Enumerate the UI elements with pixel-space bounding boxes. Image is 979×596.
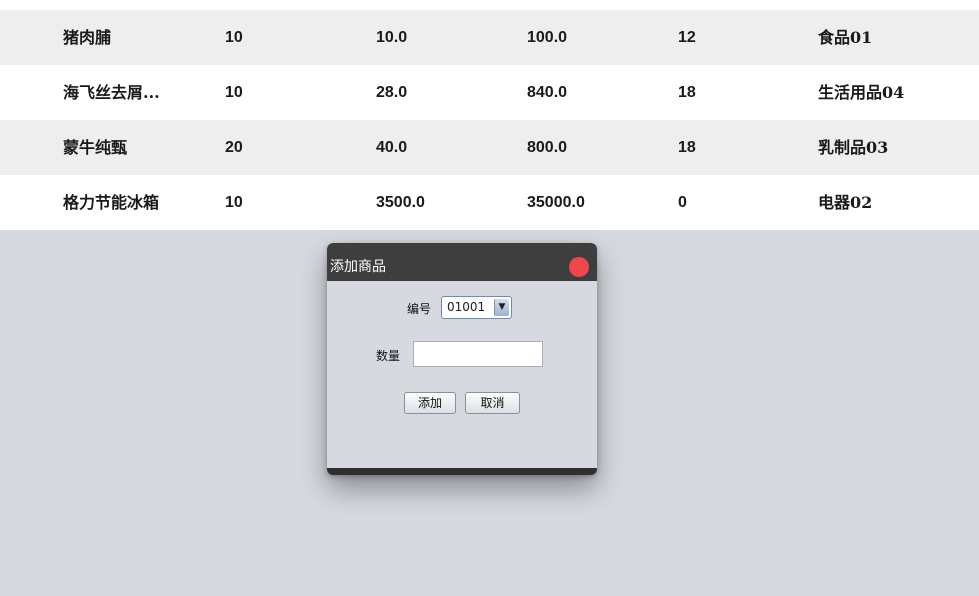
chevron-down-icon[interactable]: ▼ [494,299,509,316]
dialog-body: 编号 01001 ▼ 数量 添加 取消 [327,281,597,468]
number-cell: 0 [678,194,687,211]
number-cell: 18 [678,139,696,156]
dialog-titlebar[interactable]: 添加商品 [327,243,597,281]
product-name-cell: 海飞丝去屑... [63,83,160,102]
table-top-edge [0,0,979,10]
id-select-value: 01001 [447,300,486,314]
dialog-bottom-bar [327,468,597,475]
product-name-cell: 格力节能冰箱 [63,193,160,212]
add-product-dialog: 添加商品 编号 01001 ▼ 数量 添加 取消 [327,243,597,475]
number-cell: 12 [678,29,696,46]
category-cell: 生活用品04 [818,83,905,102]
cancel-button[interactable]: 取消 [465,392,520,414]
category-cell: 乳制品03 [818,138,889,157]
category-cell: 电器02 [818,193,873,212]
table-row[interactable]: 猪肉脯 10 10.0 100.0 12 食品01 [0,10,979,65]
category-cell: 食品01 [818,28,873,47]
product-table: 猪肉脯 10 10.0 100.0 12 食品01 海飞丝去屑... 10 28… [0,0,979,230]
price-cell: 40.0 [376,139,408,156]
close-icon[interactable] [569,257,589,277]
table-row[interactable]: 海飞丝去屑... 10 28.0 840.0 18 生活用品04 [0,65,979,120]
price-cell: 3500.0 [376,194,425,211]
quantity-label: 数量 [376,349,401,363]
total-cell: 800.0 [527,139,568,156]
quantity-cell: 20 [225,139,243,156]
price-cell: 28.0 [376,84,408,101]
product-name-cell: 猪肉脯 [63,28,112,47]
quantity-input[interactable] [413,341,543,367]
product-name-cell: 蒙牛纯甄 [63,138,128,157]
add-button[interactable]: 添加 [404,392,456,414]
quantity-cell: 10 [225,84,243,101]
table-row[interactable]: 蒙牛纯甄 20 40.0 800.0 18 乳制品03 [0,120,979,175]
id-label: 编号 [407,302,432,316]
total-cell: 100.0 [527,29,568,46]
price-cell: 10.0 [376,29,408,46]
number-cell: 18 [678,84,696,101]
quantity-cell: 10 [225,194,243,211]
quantity-cell: 10 [225,29,243,46]
total-cell: 35000.0 [527,194,585,211]
table-row[interactable]: 格力节能冰箱 10 3500.0 35000.0 0 电器02 [0,175,979,230]
total-cell: 840.0 [527,84,568,101]
id-select[interactable]: 01001 ▼ [441,296,512,319]
